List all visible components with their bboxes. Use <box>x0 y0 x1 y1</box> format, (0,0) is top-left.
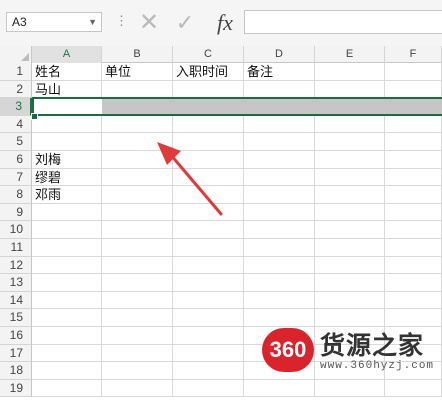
arrow-shaft <box>168 152 223 216</box>
watermark: 360 货源之家 www.360hyzj.com <box>262 320 442 380</box>
watermark-url: www.360hyzj.com <box>320 360 435 372</box>
watermark-logo: 360 <box>262 328 314 372</box>
watermark-title: 货源之家 <box>320 331 425 360</box>
